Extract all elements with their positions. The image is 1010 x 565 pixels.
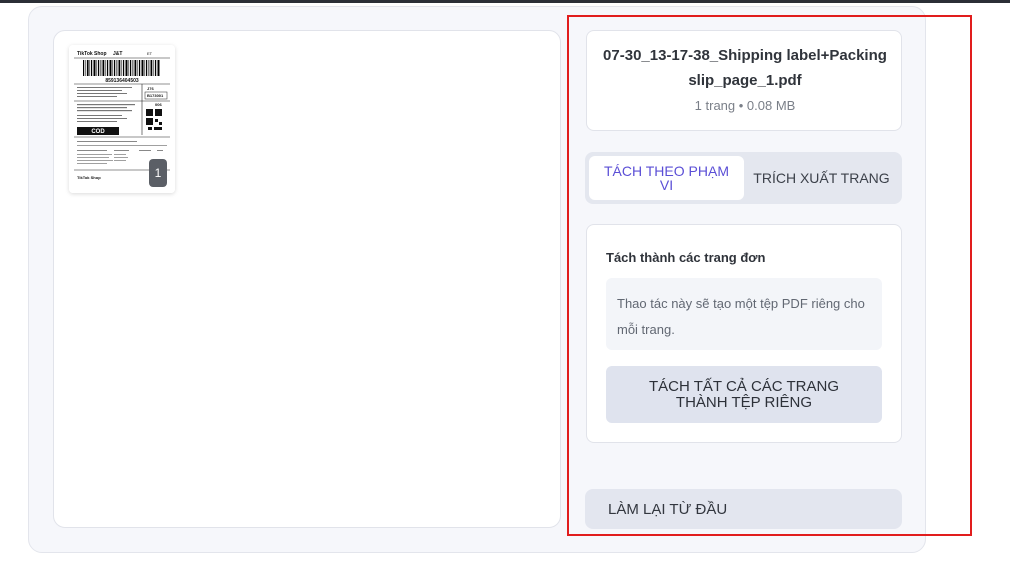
mode-tabs: TÁCH THEO PHẠM VI TRÍCH XUẤT TRANG <box>585 152 902 204</box>
top-edge-bar <box>0 0 1010 3</box>
split-option-description: Thao tác này sẽ tạo một tệp PDF riêng ch… <box>606 278 882 350</box>
file-meta: 1 trang • 0.08 MB <box>694 98 796 113</box>
svg-text:006: 006 <box>155 102 162 107</box>
split-option-card: Tách thành các trang đơn Thao tác này sẽ… <box>586 224 902 443</box>
thumb-barcode-number: 859136404503 <box>105 78 139 84</box>
thumb-brand-text: TikTok Shop <box>77 51 107 57</box>
svg-text:ET: ET <box>147 51 153 56</box>
start-over-button[interactable]: LÀM LẠI TỪ ĐẦU <box>585 489 902 529</box>
tab-split-by-range[interactable]: TÁCH THEO PHẠM VI <box>589 156 744 200</box>
page-number-badge: 1 <box>149 159 167 187</box>
split-option-title: Tách thành các trang đơn <box>606 250 766 265</box>
thumb-cod-label: COD <box>91 129 105 135</box>
tab-extract-pages[interactable]: TRÍCH XUẤT TRANG <box>745 156 898 200</box>
svg-text:B173001: B173001 <box>147 93 164 98</box>
file-info-card: 07-30_13-17-38_Shipping label+Packing sl… <box>586 30 902 131</box>
thumb-carrier-text: J&T <box>113 51 122 57</box>
svg-text:TikTok Shop: TikTok Shop <box>77 175 101 180</box>
file-name: 07-30_13-17-38_Shipping label+Packing sl… <box>603 47 887 89</box>
svg-text:J76: J76 <box>147 86 154 91</box>
split-all-pages-button[interactable]: TÁCH TẤT CẢ CÁC TRANG THÀNH TỆP RIÊNG <box>606 366 882 423</box>
